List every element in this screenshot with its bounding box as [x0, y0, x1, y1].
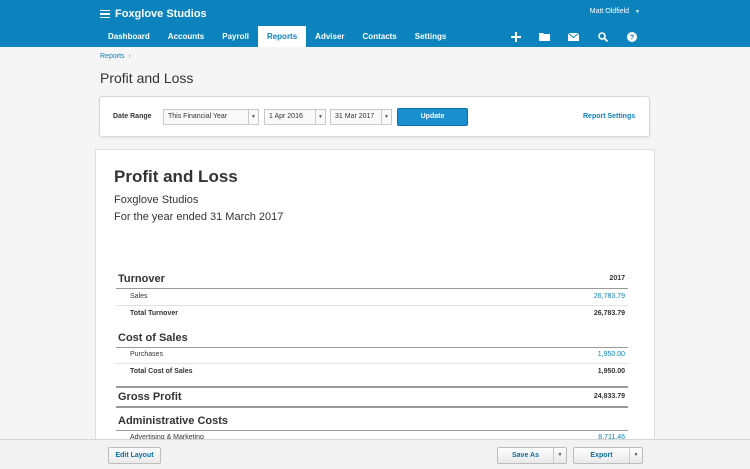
divider [116, 430, 628, 431]
user-menu[interactable]: Matt Oldfield ▼ [590, 8, 640, 15]
divider [116, 386, 628, 388]
section-turnover-heading: Turnover [118, 273, 165, 285]
bottom-action-bar: Edit Layout Save As ▼ Export ▼ [0, 439, 750, 469]
page-title: Profit and Loss [100, 70, 194, 86]
divider [116, 347, 628, 348]
tab-accounts[interactable]: Accounts [159, 26, 213, 47]
chevron-down-icon: ▼ [635, 8, 640, 15]
folder-icon[interactable] [539, 31, 550, 42]
chevron-down-icon: ▼ [315, 110, 325, 124]
report-organisation: Foxglove Studios [114, 194, 199, 206]
to-date-value: 31 Mar 2017 [335, 113, 375, 120]
edit-layout-button[interactable]: Edit Layout [108, 447, 161, 464]
help-icon[interactable]: ? [626, 31, 637, 42]
chevron-down-icon[interactable]: ▼ [629, 448, 642, 463]
add-icon[interactable] [510, 31, 521, 42]
tab-adviser[interactable]: Adviser [306, 26, 353, 47]
gross-profit-label: Gross Profit [118, 391, 182, 403]
from-date-value: 1 Apr 2016 [269, 113, 303, 120]
export-button[interactable]: Export ▼ [573, 447, 643, 464]
chevron-down-icon: ▼ [248, 110, 258, 124]
divider [116, 288, 628, 289]
date-range-value: This Financial Year [168, 113, 228, 120]
to-date-picker[interactable]: 31 Mar 2017 ▼ [330, 109, 392, 125]
menu-icon [100, 9, 110, 19]
svg-text:?: ? [629, 32, 634, 41]
mail-icon[interactable] [568, 31, 579, 42]
chevron-down-icon[interactable]: ▼ [553, 448, 566, 463]
report-settings-link[interactable]: Report Settings [583, 113, 635, 120]
row-value-purchases[interactable]: 1,950.00 [598, 351, 625, 358]
row-label-sales: Sales [130, 293, 148, 300]
save-as-label: Save As [512, 452, 539, 459]
top-bar: Foxglove Studios Matt Oldfield ▼ Dashboa… [0, 0, 750, 47]
row-value-sales[interactable]: 26,783.79 [594, 293, 625, 300]
breadcrumb-separator: › [128, 53, 131, 60]
divider [116, 363, 628, 364]
user-name: Matt Oldfield [589, 8, 630, 15]
update-button[interactable]: Update [397, 108, 468, 126]
report-title: Profit and Loss [114, 167, 238, 186]
export-label: Export [590, 452, 613, 459]
column-year-header: 2017 [609, 275, 625, 282]
divider [116, 406, 628, 408]
filter-panel: Date Range This Financial Year ▼ 1 Apr 2… [99, 96, 650, 137]
breadcrumb: Reports › [100, 53, 131, 60]
org-switcher[interactable]: Foxglove Studios [100, 6, 207, 22]
nav-icons: ? [510, 26, 655, 47]
date-range-label: Date Range [113, 113, 152, 120]
report-period: For the year ended 31 March 2017 [114, 211, 284, 223]
tab-dashboard[interactable]: Dashboard [99, 26, 159, 47]
row-value-total-cost-of-sales: 1,950.00 [597, 368, 625, 375]
breadcrumb-reports[interactable]: Reports [100, 53, 125, 60]
tab-contacts[interactable]: Contacts [354, 26, 406, 47]
section-admin-costs-heading: Administrative Costs [118, 415, 229, 427]
row-label-total-cost-of-sales: Total Cost of Sales [130, 368, 193, 375]
report-sheet: Profit and Loss Foxglove Studios For the… [95, 149, 655, 469]
date-range-select[interactable]: This Financial Year ▼ [163, 109, 259, 125]
chevron-down-icon: ▼ [381, 110, 391, 124]
gross-profit-value: 24,833.79 [593, 393, 625, 400]
row-value-total-turnover: 26,783.79 [593, 310, 625, 317]
tab-payroll[interactable]: Payroll [213, 26, 258, 47]
row-label-purchases: Purchases [130, 351, 164, 358]
tab-reports[interactable]: Reports [257, 26, 307, 47]
from-date-picker[interactable]: 1 Apr 2016 ▼ [264, 109, 326, 125]
row-label-total-turnover: Total Turnover [130, 310, 178, 317]
search-icon[interactable] [597, 31, 608, 42]
section-cost-of-sales-heading: Cost of Sales [118, 332, 188, 344]
save-as-button[interactable]: Save As ▼ [497, 447, 567, 464]
divider [116, 305, 628, 306]
main-nav: Dashboard Accounts Payroll Reports Advis… [99, 26, 455, 47]
org-name: Foxglove Studios [115, 8, 207, 20]
tab-settings[interactable]: Settings [406, 26, 456, 47]
